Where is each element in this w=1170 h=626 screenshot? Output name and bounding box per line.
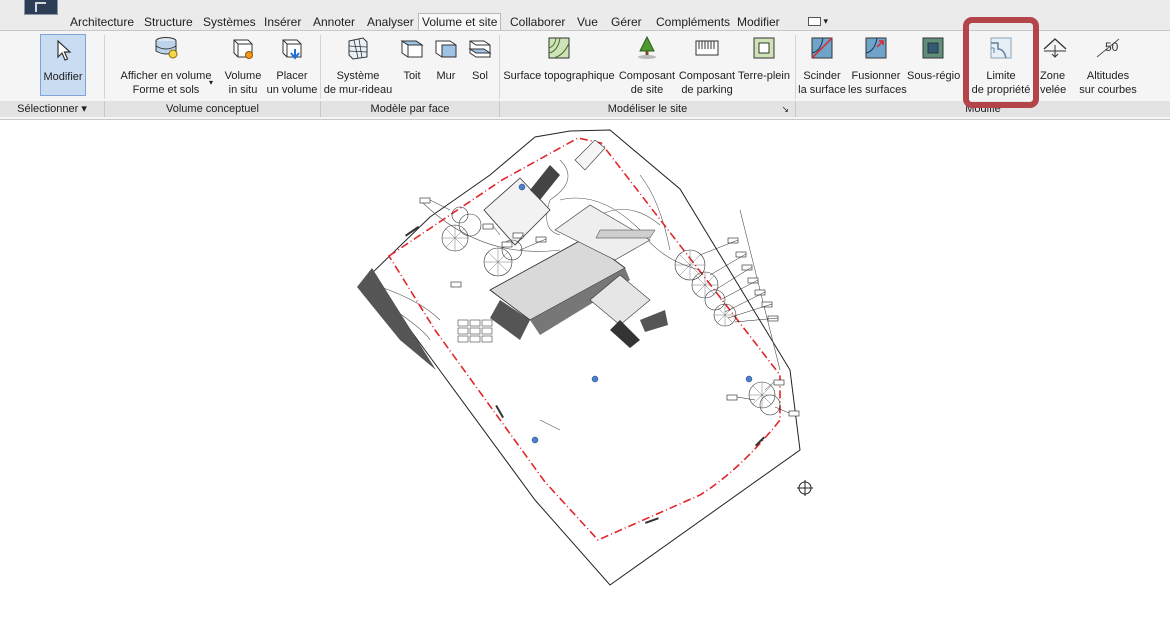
panel-selectionner-label: Sélectionner [17, 103, 79, 115]
afficher-volume-line1: Afficher en volume [120, 70, 212, 82]
terre-plein-label: Terre-plein [738, 70, 790, 82]
scinder-surface-button[interactable]: Scinder la surface [796, 31, 848, 101]
volume-in-situ-button[interactable]: Volume in situ [220, 31, 266, 101]
site-plan-drawing [357, 129, 813, 586]
panel-modeliser-site-label: Modéliser le site [607, 103, 688, 115]
tab-modifier[interactable]: Modifier [737, 14, 780, 30]
fusionner-surfaces-button[interactable]: Fusionner les surfaces [848, 31, 907, 101]
label-contours-icon: 50 [1096, 38, 1120, 58]
tab-structure[interactable]: Structure [144, 14, 193, 30]
site-plan-view[interactable] [0, 120, 1170, 621]
scinder-line1: Scinder [803, 70, 841, 82]
altitudes-courbes-button[interactable]: 50 Altitudes sur courbes [1078, 31, 1138, 101]
sol-label: Sol [472, 70, 488, 82]
place-mass-icon [282, 39, 302, 60]
systeme-mur-rideau-button[interactable]: Système de mur-rideau [322, 31, 394, 101]
sous-region-button[interactable]: Sous-régio [905, 31, 961, 101]
composant-site-button[interactable]: Composant de site [617, 31, 677, 101]
toit-label: Toit [403, 70, 421, 82]
application-menu-button[interactable] [24, 0, 58, 15]
in-place-mass-icon [233, 39, 253, 59]
composant-site-line2: de site [630, 84, 664, 96]
composant-parking-button[interactable]: Composant de parking [678, 31, 736, 101]
project-base-point [797, 480, 813, 496]
panel-volume-conceptuel: Volume conceptuel [105, 101, 321, 117]
composant-parking-line1: Composant [678, 70, 736, 82]
tab-analyser[interactable]: Analyser [367, 14, 414, 30]
panel-visibility-dropdown[interactable]: ▾ [808, 16, 834, 27]
systeme-mur-rideau-line2: de mur-rideau [323, 84, 393, 96]
curtain-system-icon [348, 37, 368, 60]
composant-parking-line2: de parking [681, 84, 733, 96]
terre-plein-button[interactable]: Terre-plein [736, 31, 792, 101]
tab-collaborer[interactable]: Collaborer [510, 14, 565, 30]
toposurface-icon [548, 37, 570, 59]
parking-component-icon [695, 40, 719, 56]
tab-annoter[interactable]: Annoter [313, 14, 355, 30]
graded-region-icon [1043, 38, 1067, 58]
volume-in-situ-line1: Volume [224, 70, 262, 82]
placer-volume-line2: un volume [266, 84, 318, 96]
placer-volume-button[interactable]: Placer un volume [266, 31, 318, 101]
site-component-tree-icon [638, 35, 656, 59]
surface-topographique-button[interactable]: Surface topographique [502, 31, 616, 101]
surface-topographique-label: Surface topographique [503, 70, 615, 82]
cursor-arrow-icon [57, 39, 72, 61]
toit-button[interactable]: Toit [396, 31, 428, 101]
sol-button[interactable]: Sol [464, 31, 496, 101]
afficher-volume-dropdown-arrow[interactable]: ▾ [209, 78, 213, 87]
highlight-box [963, 17, 1039, 108]
floor-by-face-icon [468, 40, 492, 58]
altitudes-line2: sur courbes [1079, 84, 1137, 96]
placer-volume-line1: Placer [276, 70, 308, 82]
mur-label: Mur [436, 70, 456, 82]
subregion-icon [922, 37, 944, 59]
wall-by-face-icon [435, 40, 457, 58]
tab-complements[interactable]: Compléments [656, 14, 730, 30]
merge-surfaces-icon [865, 37, 887, 59]
fusionner-line2: les surfaces [848, 84, 907, 96]
modifier-label: Modifier [43, 71, 83, 83]
tab-gerer[interactable]: Gérer [611, 14, 642, 30]
panel-selectionner[interactable]: Sélectionner ▾ [0, 101, 105, 117]
building-pad-icon [753, 37, 775, 59]
afficher-volume-button[interactable]: Afficher en volume Forme et sols [116, 31, 216, 101]
tab-architecture[interactable]: Architecture [70, 14, 134, 30]
split-surface-icon [811, 37, 833, 59]
tab-systemes[interactable]: Systèmes [203, 14, 256, 30]
zone-nivelee-line1: Zone [1040, 70, 1066, 82]
scinder-line2: la surface [798, 84, 846, 96]
composant-site-line1: Composant [618, 70, 676, 82]
tab-volume-et-site[interactable]: Volume et site [418, 13, 502, 31]
zone-nivelee-line2: velée [1040, 84, 1067, 96]
afficher-volume-line2: Forme et sols [132, 84, 200, 96]
roof-by-face-icon [400, 40, 424, 58]
modifier-button[interactable]: Modifier [40, 34, 86, 96]
systeme-mur-rideau-line1: Système [336, 70, 380, 82]
panel-modeliser-site: Modéliser le site ↘ [500, 101, 796, 117]
altitudes-line1: Altitudes [1086, 70, 1130, 82]
volume-in-situ-line2: in situ [228, 84, 258, 96]
fusionner-line1: Fusionner [851, 70, 901, 82]
mur-button[interactable]: Mur [430, 31, 462, 101]
show-mass-icon [155, 37, 178, 59]
tab-vue[interactable]: Vue [577, 14, 598, 30]
svg-text:50: 50 [1105, 40, 1119, 54]
tab-inserer[interactable]: Insérer [264, 14, 301, 30]
zone-nivelee-button[interactable]: Zone velée [1038, 31, 1072, 101]
panel-modele-par-face: Modèle par face [321, 101, 500, 117]
dialog-launcher-icon[interactable]: ↘ [781, 101, 789, 117]
parking-grid [457, 319, 493, 343]
sous-region-label: Sous-régio [907, 70, 961, 82]
